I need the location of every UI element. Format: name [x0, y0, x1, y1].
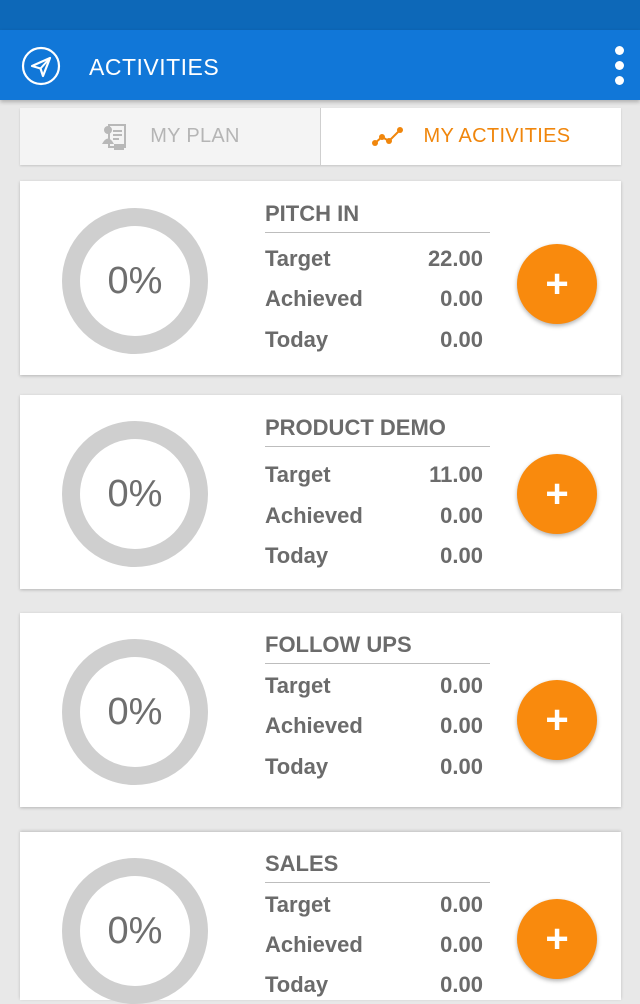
stat-value: 0.00 — [440, 713, 483, 738]
activity-card-sales: 0% SALES Target 0.00 Achieved 0.00 Today… — [20, 832, 621, 1004]
tab-label: MY PLAN — [150, 125, 240, 147]
tab-bar: MY PLAN MY ACTIVITIES — [20, 108, 621, 165]
stat-row-achieved: Achieved 0.00 — [265, 930, 483, 960]
stat-value: 0.00 — [440, 327, 483, 352]
stat-label: Target — [265, 462, 331, 487]
stat-label: Target — [265, 892, 331, 917]
stat-row-today: Today 0.00 — [265, 325, 483, 355]
activity-card-product-demo: 0% PRODUCT DEMO Target 11.00 Achieved 0.… — [20, 395, 621, 589]
activity-title: PITCH IN — [265, 201, 490, 233]
stat-value: 0.00 — [440, 286, 483, 311]
stat-label: Target — [265, 246, 331, 271]
progress-percent: 0% — [107, 910, 163, 952]
activity-title: FOLLOW UPS — [265, 632, 490, 664]
stat-row-today: Today 0.00 — [265, 970, 483, 1000]
status-bar — [0, 0, 640, 30]
stat-row-target: Target 0.00 — [265, 671, 483, 701]
app-bar: ACTIVITIES — [0, 30, 640, 100]
add-activity-button[interactable]: + — [517, 454, 597, 534]
activity-graph-icon — [371, 126, 403, 146]
plan-document-icon — [102, 123, 127, 150]
progress-percent: 0% — [107, 691, 163, 733]
stat-value: 0.00 — [440, 503, 483, 528]
stat-label: Achieved — [265, 932, 363, 957]
stat-row-achieved: Achieved 0.00 — [265, 284, 483, 314]
stat-row-target: Target 0.00 — [265, 890, 483, 920]
stat-row-achieved: Achieved 0.00 — [265, 711, 483, 741]
stat-label: Target — [265, 673, 331, 698]
stat-value: 0.00 — [440, 673, 483, 698]
progress-percent: 0% — [107, 260, 163, 302]
stat-row-achieved: Achieved 0.00 — [265, 501, 483, 531]
stat-value: 0.00 — [440, 972, 483, 997]
add-activity-button[interactable]: + — [517, 899, 597, 979]
paper-plane-icon[interactable] — [21, 46, 61, 86]
tab-label: MY ACTIVITIES — [423, 125, 571, 147]
stat-row-target: Target 11.00 — [265, 460, 483, 490]
stat-row-today: Today 0.00 — [265, 541, 483, 571]
stat-value: 0.00 — [440, 754, 483, 779]
stat-row-today: Today 0.00 — [265, 752, 483, 782]
stat-label: Today — [265, 972, 329, 997]
stat-label: Today — [265, 327, 329, 352]
tab-my-plan[interactable]: MY PLAN — [20, 108, 321, 165]
progress-ring: 0% — [62, 639, 208, 785]
stat-value: 22.00 — [427, 246, 483, 271]
stat-label: Achieved — [265, 503, 363, 528]
progress-ring: 0% — [62, 421, 208, 567]
add-activity-button[interactable]: + — [517, 680, 597, 760]
progress-ring: 0% — [62, 208, 208, 354]
activity-card-follow-ups: 0% FOLLOW UPS Target 0.00 Achieved 0.00 … — [20, 613, 621, 807]
stat-label: Achieved — [265, 713, 363, 738]
activity-title: SALES — [265, 851, 490, 883]
progress-ring: 0% — [62, 858, 208, 1004]
stat-value: 11.00 — [429, 462, 483, 487]
more-vert-icon[interactable] — [612, 46, 628, 86]
tab-my-activities[interactable]: MY ACTIVITIES — [321, 108, 621, 165]
stat-label: Today — [265, 543, 329, 568]
stat-value: 0.00 — [440, 543, 483, 568]
page-title: ACTIVITIES — [89, 54, 220, 80]
add-activity-button[interactable]: + — [517, 244, 597, 324]
stat-value: 0.00 — [440, 932, 483, 957]
stat-label: Today — [265, 754, 329, 779]
stat-row-target: Target 22.00 — [265, 244, 483, 274]
stat-value: 0.00 — [440, 892, 483, 917]
activity-card-pitch-in: 0% PITCH IN Target 22.00 Achieved 0.00 T… — [20, 181, 621, 375]
activity-title: PRODUCT DEMO — [265, 415, 490, 447]
progress-percent: 0% — [107, 473, 163, 515]
stat-label: Achieved — [265, 286, 363, 311]
